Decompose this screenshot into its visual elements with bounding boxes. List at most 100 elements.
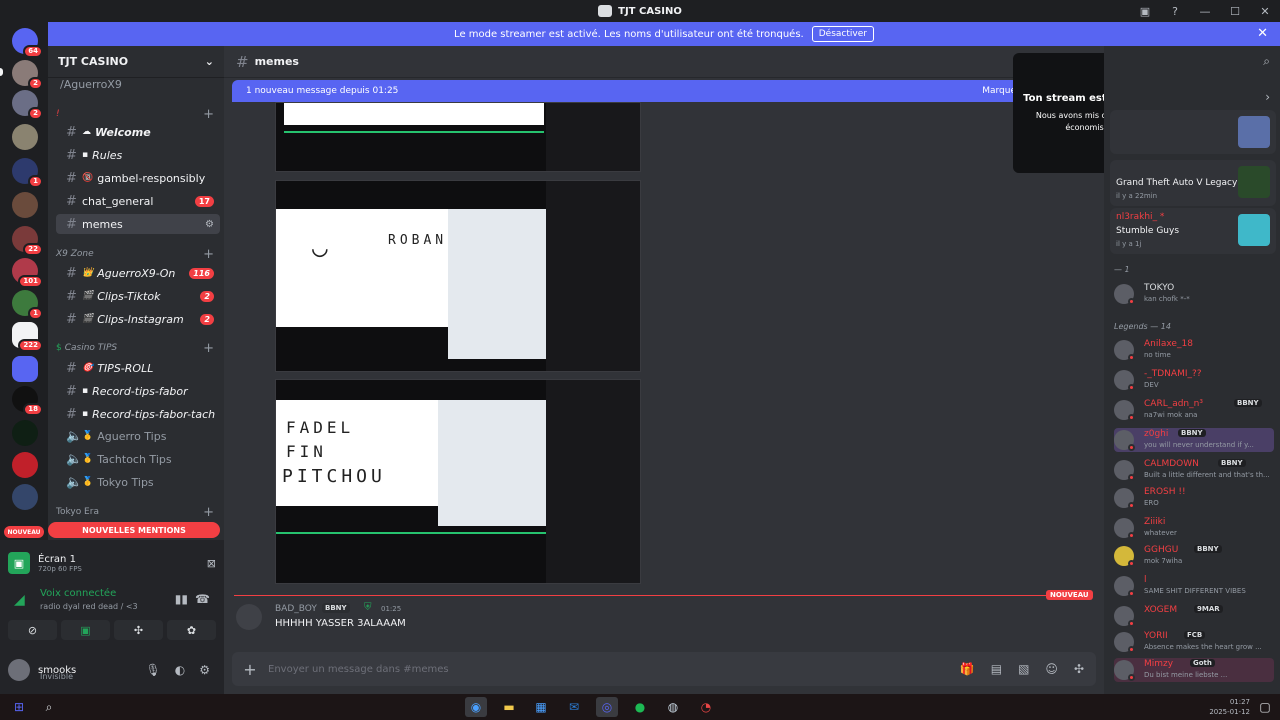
close-banner-icon[interactable]: ✕ xyxy=(1257,26,1268,41)
start-icon[interactable]: ⊞ xyxy=(8,697,30,717)
gift-icon[interactable]: 🎁 xyxy=(960,662,975,676)
member-item[interactable]: l SAME SHIT DIFFERENT VIBES xyxy=(1114,574,1274,598)
category-header[interactable]: ! + xyxy=(56,106,220,122)
channel-tips-roll[interactable]: # 🎯 TIPS-ROLL xyxy=(56,358,220,378)
member-item[interactable]: -_TDNAMI_?? DEV xyxy=(1114,368,1274,392)
apps-icon[interactable]: ✣ xyxy=(1074,662,1084,676)
channel-chat-general[interactable]: # chat_general 17 xyxy=(56,191,220,211)
channel-clips-tiktok[interactable]: # 🎬 Clips-Tiktok 2 xyxy=(56,286,220,306)
member-item[interactable]: CARL_adn_n³ BBNY na7wi mok ana xyxy=(1114,398,1274,422)
search-icon[interactable]: ⌕ xyxy=(38,697,60,717)
avatar[interactable] xyxy=(236,604,262,630)
server-icon[interactable] xyxy=(12,192,38,218)
category-tokyo-era[interactable]: Tokyo Era + xyxy=(56,504,220,520)
category-casino-tips[interactable]: $ Casino TIPS + xyxy=(56,340,220,356)
add-attachment-icon[interactable]: + xyxy=(232,660,268,679)
channel-partial[interactable]: /AguerroX9 xyxy=(56,74,220,94)
add-channel-icon[interactable]: + xyxy=(203,505,214,520)
server-icon[interactable]: 222 xyxy=(12,322,43,352)
server-icon[interactable]: 18 xyxy=(12,386,43,416)
channel-settings-icon[interactable]: ⚙ xyxy=(205,219,214,230)
notification-icon[interactable]: ▢ xyxy=(1254,697,1276,717)
channel-gambel[interactable]: # 🔞 gambel-responsibly xyxy=(56,168,220,188)
search-icon[interactable]: ⌕ xyxy=(1263,54,1270,69)
settings-gear-icon[interactable]: ⚙ xyxy=(199,663,210,677)
activity-card[interactable] xyxy=(1110,110,1276,154)
member-item[interactable]: Mimzy Goth Du bist meine liebste ... xyxy=(1114,658,1274,682)
member-item[interactable]: EROSH !! ERO xyxy=(1114,486,1274,510)
noise-suppression-icon[interactable]: ▮▮ xyxy=(175,592,188,606)
close-window-button[interactable]: ✕ xyxy=(1250,5,1280,18)
message-author[interactable]: BAD_BOY xyxy=(275,604,317,614)
new-unread-badge[interactable]: NOUVEAU xyxy=(4,526,44,538)
headphones-icon[interactable]: ◐ xyxy=(175,663,185,677)
inbox-icon[interactable]: ▣ xyxy=(1130,5,1160,18)
minimize-button[interactable]: — xyxy=(1190,5,1220,18)
gif-icon[interactable]: ▤ xyxy=(991,662,1002,676)
channel-welcome[interactable]: # ☁ Welcome xyxy=(56,122,220,142)
category-x9-zone[interactable]: X9 Zone + xyxy=(56,246,220,262)
steam-icon[interactable]: ◍ xyxy=(662,697,684,717)
microphone-icon[interactable]: 🎙 xyxy=(146,663,161,677)
server-icon[interactable]: 1 xyxy=(12,290,43,320)
voice-status[interactable]: Voix connectée xyxy=(40,588,116,599)
server-icon[interactable]: 2 xyxy=(12,60,43,90)
discord-taskbar-icon[interactable]: ◎ xyxy=(596,697,618,717)
server-icon[interactable] xyxy=(12,124,38,150)
attached-image[interactable]: ◡ ROBAN xyxy=(275,180,641,372)
message-input[interactable] xyxy=(268,663,828,675)
store-icon[interactable]: ▦ xyxy=(530,697,552,717)
member-item[interactable]: CALMDOWN BBNY Built a little different and… xyxy=(1114,458,1274,482)
activity-button[interactable]: ✣ xyxy=(114,620,163,640)
disconnect-icon[interactable]: ☎ xyxy=(195,592,210,606)
help-icon[interactable]: ? xyxy=(1160,5,1190,18)
home-button[interactable]: 64 xyxy=(12,28,43,58)
voice-channel-tachtoch-tips[interactable]: 🔈 🥇 Tachtoch Tips xyxy=(56,449,220,469)
emoji-icon[interactable]: ☺ xyxy=(1045,662,1058,676)
disable-streamer-button[interactable]: Désactiver xyxy=(811,26,874,42)
screen-share-button[interactable]: ▣ xyxy=(61,620,110,640)
avatar[interactable] xyxy=(8,659,30,681)
voice-channel-name[interactable]: radio dyal red dead / <3 xyxy=(40,602,138,611)
voice-channel-tokyo-tips[interactable]: 🔈 🥇 Tokyo Tips xyxy=(56,472,220,492)
server-icon[interactable]: 22 xyxy=(12,226,43,256)
attached-image[interactable] xyxy=(275,102,641,172)
server-icon[interactable]: 2 xyxy=(12,90,43,120)
server-icon[interactable]: 101 xyxy=(12,258,43,288)
add-channel-icon[interactable]: + xyxy=(203,341,214,356)
channel-memes[interactable]: # memes ⚙ xyxy=(56,214,220,234)
edge-icon[interactable]: ◉ xyxy=(465,697,487,717)
activity-card[interactable]: nl3rakhi_ * Stumble Guys il y a 1j xyxy=(1110,208,1276,254)
channel-record-tips-fabor-tach[interactable]: # ▪ Record-tips-fabor-tach xyxy=(56,404,220,424)
channel-record-tips-fabor[interactable]: # ▪ Record-tips-fabor xyxy=(56,381,220,401)
server-icon[interactable] xyxy=(12,452,38,478)
new-mentions-button[interactable]: NOUVELLES MENTIONS xyxy=(48,522,220,538)
spotify-icon[interactable]: ● xyxy=(629,697,651,717)
new-messages-bar[interactable]: 1 nouveau message depuis 01:25 Marque xyxy=(232,80,1096,102)
chevron-right-icon[interactable]: › xyxy=(1265,90,1270,104)
channel-clips-instagram[interactable]: # 🎬 Clips-Instagram 2 xyxy=(56,309,220,329)
channel-rules[interactable]: # ▪ Rules xyxy=(56,145,220,165)
activity-card[interactable]: Grand Theft Auto V Legacy il y a 22min xyxy=(1110,160,1276,206)
member-item[interactable]: YORII FCB Absence makes the heart grow ... xyxy=(1114,630,1274,654)
member-item[interactable]: XOGEM 9MAR xyxy=(1114,604,1274,628)
file-explorer-icon[interactable]: ▬ xyxy=(498,697,520,717)
attached-image[interactable]: FADEL FIN PITCHOU xyxy=(275,379,641,584)
maximize-button[interactable]: ☐ xyxy=(1220,5,1250,18)
soundboard-button[interactable]: ✿ xyxy=(167,620,216,640)
voice-channel-aguerro-tips[interactable]: 🔈 🥇 Aguerro Tips xyxy=(56,426,220,446)
system-clock[interactable]: 01:27 2025-01-12 xyxy=(1209,697,1250,717)
stop-stream-icon[interactable]: ⊠ xyxy=(207,557,216,570)
member-item[interactable]: TOKYO kan chofk *-* xyxy=(1114,282,1274,306)
server-icon[interactable] xyxy=(12,484,38,510)
channel-aguerro-on[interactable]: # 👑 AguerroX9-On 116 xyxy=(56,263,220,283)
sticker-icon[interactable]: ▧ xyxy=(1018,662,1029,676)
app-icon[interactable]: ◔ xyxy=(695,697,717,717)
outlook-icon[interactable]: ✉ xyxy=(563,697,585,717)
camera-off-button[interactable]: ⊘ xyxy=(8,620,57,640)
server-icon[interactable]: 1 xyxy=(12,158,43,188)
member-item[interactable]: GGHGU BBNY mok 7wiha xyxy=(1114,544,1274,568)
folder-icon[interactable] xyxy=(12,356,38,382)
add-channel-icon[interactable]: + xyxy=(203,247,214,262)
mark-read-button[interactable]: Marque xyxy=(982,86,1016,96)
